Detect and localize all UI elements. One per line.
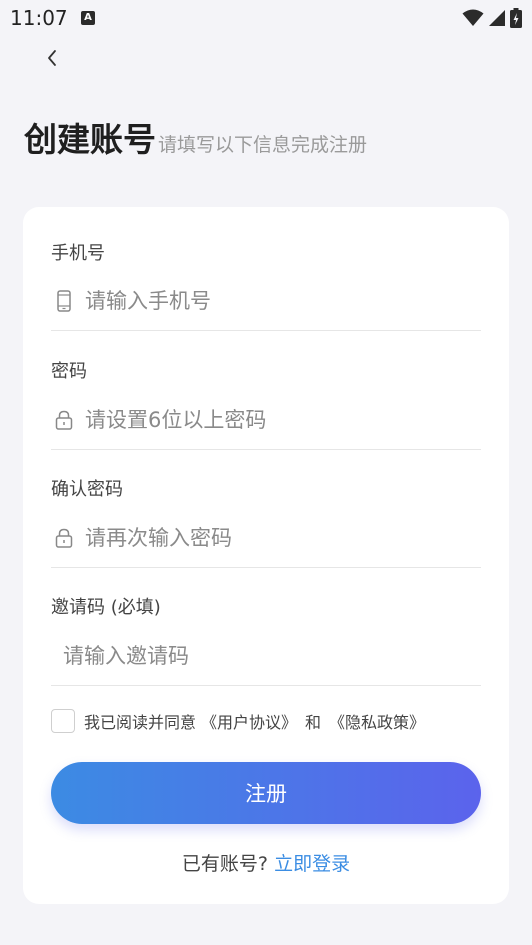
password-label: 密码 [51, 361, 87, 382]
phone-label: 手机号 [51, 243, 105, 264]
page-heading: 创建账号 请填写以下信息完成注册 [24, 118, 367, 162]
register-screen: 11:07 A 创建账号 请填写以下信息完成注册 手机号 请输入手机号 密码 确… [0, 0, 532, 945]
phone-icon [53, 289, 75, 312]
register-button[interactable]: 注册 [51, 762, 481, 824]
agreement-and: 和 [305, 713, 322, 732]
confirm-password-input[interactable] [85, 525, 465, 550]
agreement-text: 我已阅读并同意 [84, 713, 197, 732]
invite-code-input[interactable] [63, 643, 443, 668]
password-input[interactable] [85, 407, 465, 432]
agreement-row: 我已阅读并同意 《用户协议》 和 《隐私政策》 [51, 709, 425, 733]
register-form-card: 手机号 密码 [23, 207, 509, 904]
login-link[interactable]: 立即登录 [274, 853, 350, 875]
login-prompt-text: 已有账号? [181, 853, 269, 875]
lock-icon [53, 527, 75, 549]
signal-icon [489, 10, 505, 26]
phone-input[interactable] [85, 288, 465, 313]
page-title: 创建账号 [24, 120, 156, 159]
notification-badge-icon: A [81, 11, 95, 25]
status-bar: 11:07 A [0, 0, 532, 36]
confirm-password-input-row [51, 508, 481, 568]
confirm-password-label: 确认密码 [51, 479, 123, 500]
status-icons [462, 8, 522, 28]
battery-icon [510, 8, 522, 28]
invite-code-label: 邀请码 (必填) [51, 597, 161, 618]
terms-link[interactable]: 《用户协议》 [201, 709, 297, 733]
privacy-link[interactable]: 《隐私政策》 [329, 709, 425, 733]
login-prompt: 已有账号? 立即登录 [23, 849, 509, 876]
lock-icon [53, 409, 75, 431]
chevron-left-icon [48, 50, 56, 66]
agreement-checkbox[interactable] [51, 709, 75, 733]
page-subtitle: 请填写以下信息完成注册 [158, 134, 368, 156]
register-button-label: 注册 [245, 782, 287, 806]
back-button[interactable] [36, 40, 68, 76]
wifi-icon [462, 9, 484, 26]
invite-code-input-row [51, 626, 481, 686]
status-time: 11:07 [10, 6, 68, 30]
password-input-row [51, 390, 481, 450]
phone-input-row [51, 271, 481, 331]
